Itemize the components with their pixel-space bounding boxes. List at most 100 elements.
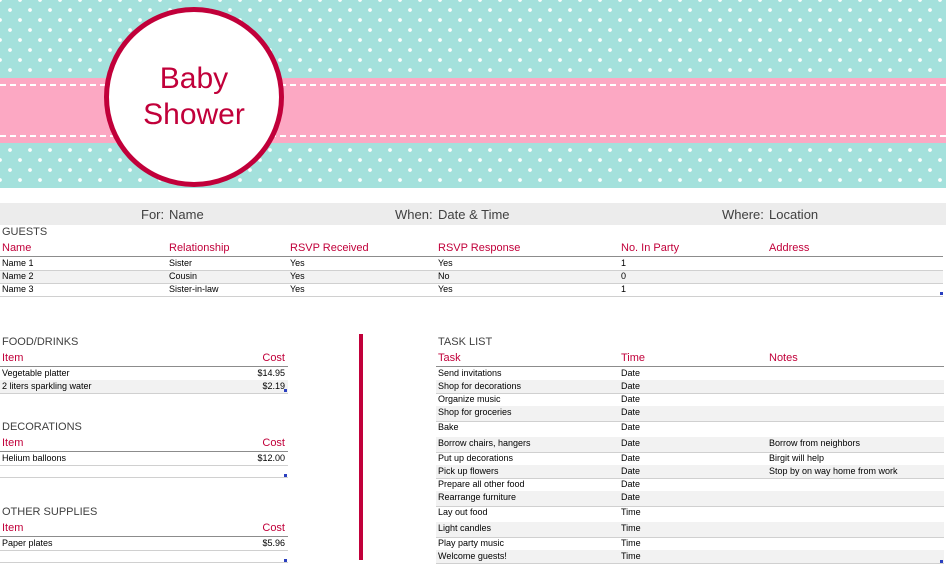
section-divider	[359, 334, 363, 560]
task-name-cell[interactable]: Shop for decorations	[438, 381, 521, 391]
task-notes-cell[interactable]: Birgit will help	[769, 453, 824, 463]
supplies-header-item: Item	[2, 522, 24, 534]
food-header-cost: Cost	[262, 352, 285, 364]
decorations-item-cell[interactable]: Helium balloons	[2, 453, 66, 463]
tasks-header-time: Time	[621, 352, 646, 364]
guest-name-cell[interactable]: Name 2	[2, 271, 34, 281]
decorations-empty-row-rule	[0, 477, 288, 478]
table-row-rule	[436, 393, 944, 394]
guests-title: GUESTS	[2, 226, 48, 238]
tasks-header-rule	[436, 366, 944, 367]
guests-header-rsvp-received: RSVP Received	[290, 242, 369, 254]
food-cost-cell[interactable]: $14.95	[200, 368, 285, 378]
task-time-cell[interactable]: Date	[621, 368, 640, 378]
task-name-cell[interactable]: Borrow chairs, hangers	[438, 438, 531, 448]
guest-rsvp-response-cell[interactable]: No	[438, 271, 450, 281]
table-resize-handle[interactable]	[940, 560, 943, 563]
task-time-cell[interactable]: Date	[621, 492, 640, 502]
task-name-cell[interactable]: Shop for groceries	[438, 407, 512, 417]
food-header-item: Item	[2, 352, 24, 364]
table-row-stripe	[436, 522, 944, 537]
decorations-title: DECORATIONS	[2, 421, 82, 433]
task-name-cell[interactable]: Pick up flowers	[438, 466, 499, 476]
for-label: For:	[141, 207, 165, 222]
task-time-cell[interactable]: Date	[621, 438, 640, 448]
decorations-header-cost: Cost	[262, 437, 285, 449]
food-item-cell[interactable]: Vegetable platter	[2, 368, 70, 378]
supplies-empty-row-rule	[0, 562, 288, 563]
table-resize-handle[interactable]	[284, 474, 287, 477]
task-name-cell[interactable]: Organize music	[438, 394, 501, 404]
guest-party-count-cell[interactable]: 1	[621, 258, 626, 268]
table-row-rule	[436, 421, 944, 422]
task-time-cell[interactable]: Date	[621, 453, 640, 463]
task-name-cell[interactable]: Prepare all other food	[438, 479, 525, 489]
task-time-cell[interactable]: Time	[621, 551, 641, 561]
task-time-cell[interactable]: Date	[621, 381, 640, 391]
task-name-cell[interactable]: Put up decorations	[438, 453, 513, 463]
guest-party-count-cell[interactable]: 0	[621, 271, 626, 281]
task-time-cell[interactable]: Date	[621, 422, 640, 432]
task-name-cell[interactable]: Lay out food	[438, 507, 488, 517]
guest-relationship-cell[interactable]: Sister-in-law	[169, 284, 219, 294]
where-value[interactable]: Location	[769, 207, 818, 222]
food-title: FOOD/DRINKS	[2, 336, 79, 348]
when-value[interactable]: Date & Time	[438, 207, 510, 222]
table-row-rule	[0, 270, 943, 271]
decorations-header-item: Item	[2, 437, 24, 449]
guest-rsvp-response-cell[interactable]: Yes	[438, 258, 453, 268]
task-name-cell[interactable]: Rearrange furniture	[438, 492, 516, 502]
table-row-rule	[436, 563, 944, 564]
table-resize-handle[interactable]	[284, 389, 287, 392]
table-row-rule	[0, 296, 943, 297]
table-resize-handle[interactable]	[284, 559, 287, 562]
task-time-cell[interactable]: Date	[621, 466, 640, 476]
supplies-item-cell[interactable]: Paper plates	[2, 538, 53, 548]
task-time-cell[interactable]: Date	[621, 407, 640, 417]
food-item-cell[interactable]: 2 liters sparkling water	[2, 381, 92, 391]
task-name-cell[interactable]: Send invitations	[438, 368, 502, 378]
supplies-cost-cell[interactable]: $5.96	[200, 538, 285, 548]
table-row-rule	[436, 537, 944, 538]
for-value[interactable]: Name	[169, 207, 204, 222]
guest-relationship-cell[interactable]: Cousin	[169, 271, 197, 281]
guests-header-rsvp-response: RSVP Response	[438, 242, 521, 254]
task-time-cell[interactable]: Time	[621, 507, 641, 517]
task-name-cell[interactable]: Bake	[438, 422, 459, 432]
supplies-title: OTHER SUPPLIES	[2, 506, 98, 518]
table-row-rule	[0, 393, 288, 394]
decorations-header-rule	[0, 451, 288, 452]
task-name-cell[interactable]: Welcome guests!	[438, 551, 507, 561]
guest-rsvp-response-cell[interactable]: Yes	[438, 284, 453, 294]
guest-rsvp-received-cell[interactable]: Yes	[290, 271, 305, 281]
guest-name-cell[interactable]: Name 3	[2, 284, 34, 294]
guests-header-name: Name	[2, 242, 32, 254]
task-notes-cell[interactable]: Stop by on way home from work	[769, 466, 898, 476]
task-notes-cell[interactable]: Borrow from neighbors	[769, 438, 860, 448]
task-time-cell[interactable]: Time	[621, 538, 641, 548]
supplies-header-cost: Cost	[262, 522, 285, 534]
table-row-stripe	[436, 406, 944, 421]
tasks-title: TASK LIST	[438, 336, 493, 348]
task-name-cell[interactable]: Play party music	[438, 538, 504, 548]
guest-party-count-cell[interactable]: 1	[621, 284, 626, 294]
task-name-cell[interactable]: Light candles	[438, 523, 491, 533]
where-label: Where:	[722, 207, 764, 222]
task-time-cell[interactable]: Date	[621, 394, 640, 404]
title-line-2: Shower	[143, 98, 245, 131]
guest-rsvp-received-cell[interactable]: Yes	[290, 284, 305, 294]
tasks-header-task: Task	[438, 352, 461, 364]
guest-relationship-cell[interactable]: Sister	[169, 258, 192, 268]
supplies-header-rule	[0, 536, 288, 537]
guest-name-cell[interactable]: Name 1	[2, 258, 34, 268]
title-line-1: Baby	[159, 62, 229, 95]
decorations-cost-cell[interactable]: $12.00	[200, 453, 285, 463]
guests-header-address: Address	[769, 242, 810, 254]
task-time-cell[interactable]: Time	[621, 523, 641, 533]
title-badge: Baby Shower	[104, 7, 284, 187]
guest-rsvp-received-cell[interactable]: Yes	[290, 258, 305, 268]
task-time-cell[interactable]: Date	[621, 479, 640, 489]
food-cost-cell[interactable]: $2.19	[200, 381, 285, 391]
table-row-rule	[0, 283, 943, 284]
table-resize-handle[interactable]	[940, 292, 943, 295]
